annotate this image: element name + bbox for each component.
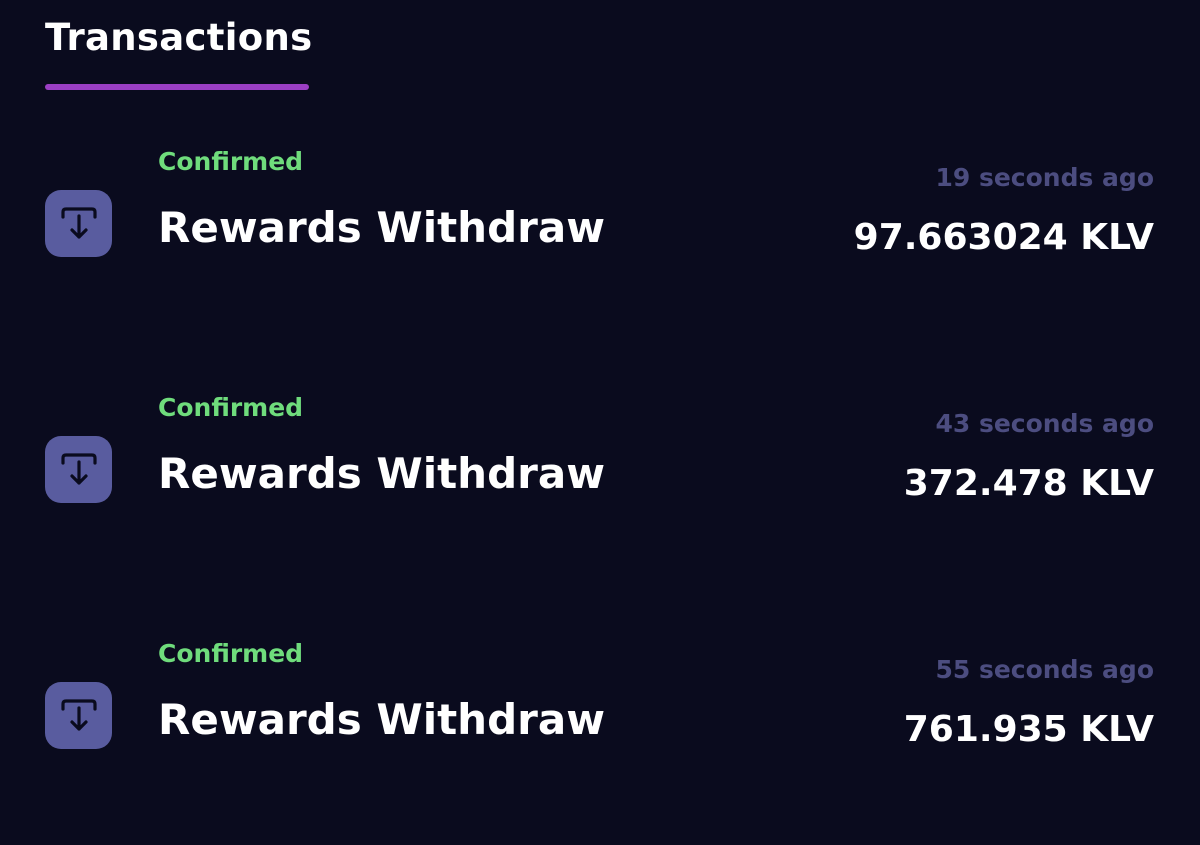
status-badge: Confirmed [158, 147, 304, 176]
transaction-time: 43 seconds ago [935, 409, 1154, 438]
transaction-amount: 761.935 KLV [903, 709, 1154, 750]
transaction-row[interactable]: Confirmed Rewards Withdraw 43 seconds ag… [0, 384, 1200, 544]
transaction-time: 55 seconds ago [935, 655, 1154, 684]
transaction-amount: 372.478 KLV [903, 463, 1154, 504]
transaction-title: Rewards Withdraw [158, 449, 605, 498]
transaction-time: 19 seconds ago [935, 163, 1154, 192]
transaction-title: Rewards Withdraw [158, 695, 605, 744]
withdraw-icon [45, 190, 112, 257]
status-badge: Confirmed [158, 639, 304, 668]
transaction-amount: 97.663024 KLV [853, 217, 1154, 258]
withdraw-icon [45, 682, 112, 749]
withdraw-icon [45, 436, 112, 503]
transaction-row[interactable]: Confirmed Rewards Withdraw 19 seconds ag… [0, 138, 1200, 298]
status-badge: Confirmed [158, 393, 304, 422]
transaction-list: Confirmed Rewards Withdraw 19 seconds ag… [0, 0, 1200, 845]
transaction-title: Rewards Withdraw [158, 203, 605, 252]
transaction-row[interactable]: Confirmed Rewards Withdraw 55 seconds ag… [0, 630, 1200, 790]
